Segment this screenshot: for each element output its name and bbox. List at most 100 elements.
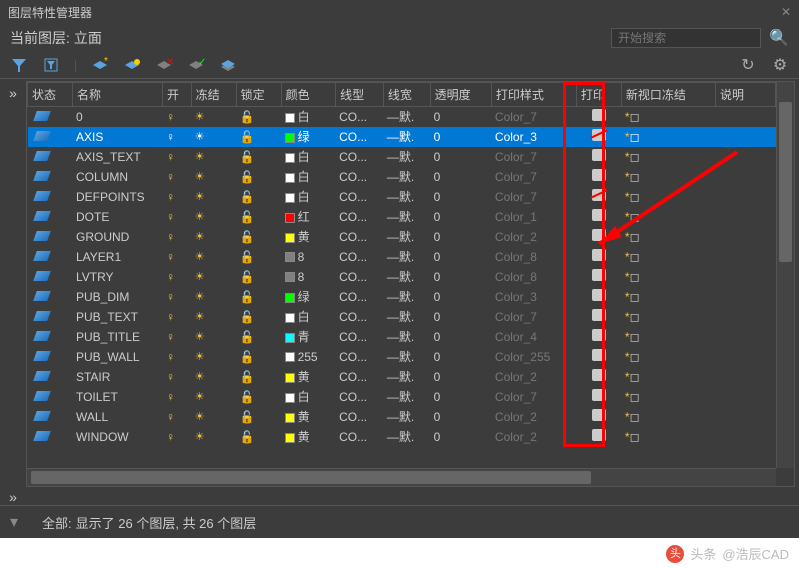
bulb-icon[interactable]: ♀	[162, 247, 191, 267]
col-newvp[interactable]: 新视口冻结	[621, 83, 715, 107]
filter-icon[interactable]	[10, 56, 28, 74]
new-layer-freeze-icon[interactable]	[123, 56, 141, 74]
bulb-icon[interactable]: ♀	[162, 167, 191, 187]
linetype-cell[interactable]: CO...	[336, 267, 384, 287]
lineweight-cell[interactable]: —默.	[383, 307, 430, 327]
layer-row[interactable]: STAIR ♀ ☀ 🔓 黄 CO... —默. 0 Color_2 *◻	[28, 367, 776, 387]
lock-icon[interactable]: 🔓	[236, 127, 281, 147]
plot-cell[interactable]	[576, 367, 621, 387]
transparency-cell[interactable]: 0	[430, 347, 491, 367]
new-vp-cell[interactable]: *◻	[621, 367, 715, 387]
plot-cell[interactable]	[576, 147, 621, 167]
color-cell[interactable]: 绿	[281, 127, 336, 147]
bulb-icon[interactable]: ♀	[162, 387, 191, 407]
delete-layer-icon[interactable]: ✕	[155, 56, 173, 74]
plotstyle-cell[interactable]: Color_4	[491, 327, 576, 347]
plot-cell[interactable]	[576, 327, 621, 347]
plot-cell[interactable]	[576, 167, 621, 187]
filter-status-icon[interactable]: ▾	[10, 512, 18, 532]
sun-icon[interactable]: ☀	[191, 247, 236, 267]
horizontal-scrollbar[interactable]	[27, 468, 776, 486]
sun-icon[interactable]: ☀	[191, 407, 236, 427]
transparency-cell[interactable]: 0	[430, 107, 491, 127]
desc-cell[interactable]	[716, 307, 776, 327]
layer-name-cell[interactable]: PUB_DIM	[72, 287, 162, 307]
plot-cell[interactable]	[576, 387, 621, 407]
refresh-icon[interactable]: ↻	[739, 56, 757, 74]
sun-icon[interactable]: ☀	[191, 347, 236, 367]
linetype-cell[interactable]: CO...	[336, 247, 384, 267]
plotstyle-cell[interactable]: Color_7	[491, 307, 576, 327]
transparency-cell[interactable]: 0	[430, 147, 491, 167]
plotstyle-cell[interactable]: Color_7	[491, 107, 576, 127]
transparency-cell[interactable]: 0	[430, 327, 491, 347]
layer-row[interactable]: WINDOW ♀ ☀ 🔓 黄 CO... —默. 0 Color_2 *◻	[28, 427, 776, 447]
desc-cell[interactable]	[716, 207, 776, 227]
plotstyle-cell[interactable]: Color_7	[491, 147, 576, 167]
color-cell[interactable]: 黄	[281, 427, 336, 447]
layer-row[interactable]: LAYER1 ♀ ☀ 🔓 8 CO... —默. 0 Color_8 *◻	[28, 247, 776, 267]
plotstyle-cell[interactable]: Color_2	[491, 427, 576, 447]
search-icon[interactable]: 🔍	[769, 28, 789, 48]
linetype-cell[interactable]: CO...	[336, 147, 384, 167]
desc-cell[interactable]	[716, 387, 776, 407]
sun-icon[interactable]: ☀	[191, 207, 236, 227]
bulb-icon[interactable]: ♀	[162, 367, 191, 387]
desc-cell[interactable]	[716, 327, 776, 347]
layer-name-cell[interactable]: LVTRY	[72, 267, 162, 287]
layer-name-cell[interactable]: WALL	[72, 407, 162, 427]
linetype-cell[interactable]: CO...	[336, 347, 384, 367]
desc-cell[interactable]	[716, 127, 776, 147]
lock-icon[interactable]: 🔓	[236, 187, 281, 207]
linetype-cell[interactable]: CO...	[336, 407, 384, 427]
layer-states-icon[interactable]	[219, 56, 237, 74]
plot-cell[interactable]	[576, 287, 621, 307]
plotstyle-cell[interactable]: Color_3	[491, 287, 576, 307]
col-status[interactable]: 状态	[28, 83, 73, 107]
layer-row[interactable]: WALL ♀ ☀ 🔓 黄 CO... —默. 0 Color_2 *◻	[28, 407, 776, 427]
plotstyle-cell[interactable]: Color_3	[491, 127, 576, 147]
lineweight-cell[interactable]: —默.	[383, 427, 430, 447]
layer-row[interactable]: AXIS_TEXT ♀ ☀ 🔓 白 CO... —默. 0 Color_7 *◻	[28, 147, 776, 167]
new-vp-cell[interactable]: *◻	[621, 167, 715, 187]
layer-name-cell[interactable]: COLUMN	[72, 167, 162, 187]
new-vp-cell[interactable]: *◻	[621, 287, 715, 307]
plot-cell[interactable]	[576, 227, 621, 247]
col-plot[interactable]: 打印	[576, 83, 621, 107]
bulb-icon[interactable]: ♀	[162, 287, 191, 307]
linetype-cell[interactable]: CO...	[336, 387, 384, 407]
plotstyle-cell[interactable]: Color_255	[491, 347, 576, 367]
lock-icon[interactable]: 🔓	[236, 147, 281, 167]
plotstyle-cell[interactable]: Color_2	[491, 407, 576, 427]
layer-name-cell[interactable]: 0	[72, 107, 162, 127]
layer-row[interactable]: DEFPOINTS ♀ ☀ 🔓 白 CO... —默. 0 Color_7 *◻	[28, 187, 776, 207]
desc-cell[interactable]	[716, 407, 776, 427]
close-icon[interactable]: ✕	[781, 5, 791, 19]
filter-state-icon[interactable]	[42, 56, 60, 74]
new-vp-cell[interactable]: *◻	[621, 387, 715, 407]
layer-row[interactable]: LVTRY ♀ ☀ 🔓 8 CO... —默. 0 Color_8 *◻	[28, 267, 776, 287]
sun-icon[interactable]: ☀	[191, 107, 236, 127]
new-layer-icon[interactable]: *	[91, 56, 109, 74]
desc-cell[interactable]	[716, 427, 776, 447]
sun-icon[interactable]: ☀	[191, 287, 236, 307]
sun-icon[interactable]: ☀	[191, 147, 236, 167]
linetype-cell[interactable]: CO...	[336, 307, 384, 327]
plotstyle-cell[interactable]: Color_7	[491, 187, 576, 207]
layer-row[interactable]: COLUMN ♀ ☀ 🔓 白 CO... —默. 0 Color_7 *◻	[28, 167, 776, 187]
lock-icon[interactable]: 🔓	[236, 407, 281, 427]
layer-row[interactable]: DOTE ♀ ☀ 🔓 红 CO... —默. 0 Color_1 *◻	[28, 207, 776, 227]
lock-icon[interactable]: 🔓	[236, 327, 281, 347]
desc-cell[interactable]	[716, 147, 776, 167]
lock-icon[interactable]: 🔓	[236, 347, 281, 367]
linetype-cell[interactable]: CO...	[336, 227, 384, 247]
lineweight-cell[interactable]: —默.	[383, 347, 430, 367]
color-cell[interactable]: 白	[281, 167, 336, 187]
lineweight-cell[interactable]: —默.	[383, 187, 430, 207]
color-cell[interactable]: 白	[281, 387, 336, 407]
linetype-cell[interactable]: CO...	[336, 327, 384, 347]
lineweight-cell[interactable]: —默.	[383, 127, 430, 147]
sun-icon[interactable]: ☀	[191, 187, 236, 207]
bulb-icon[interactable]: ♀	[162, 187, 191, 207]
bulb-icon[interactable]: ♀	[162, 147, 191, 167]
